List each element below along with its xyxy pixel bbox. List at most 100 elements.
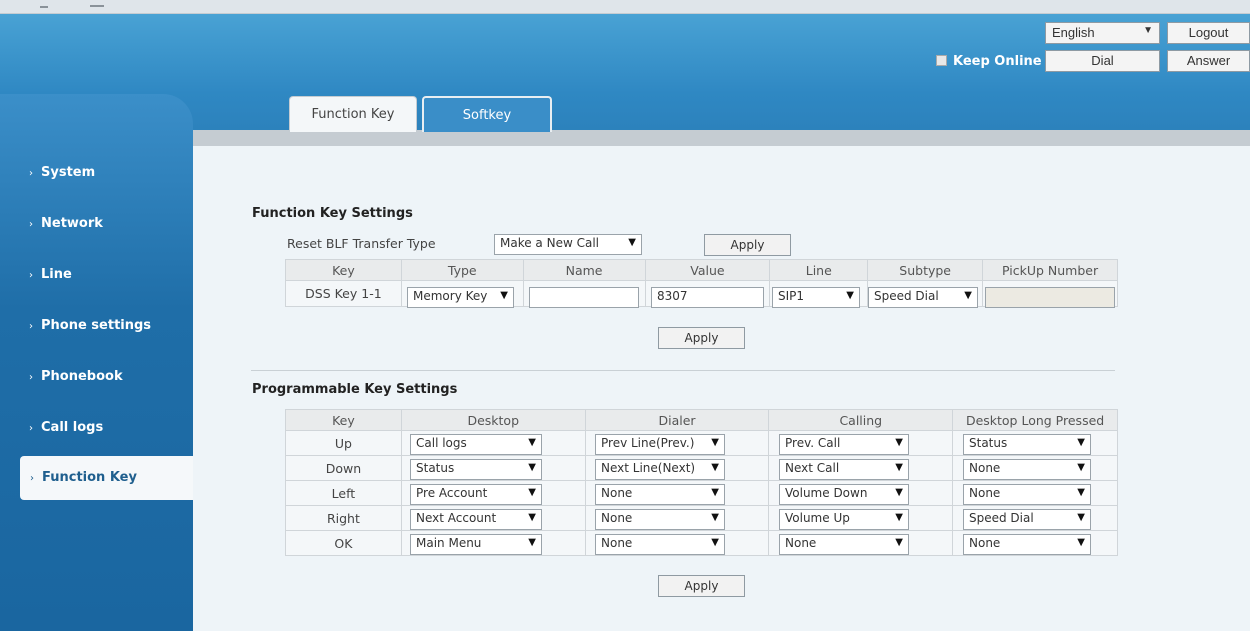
sidebar-item-label: Phonebook	[41, 369, 123, 384]
desktop-select[interactable]: Call logs ▼	[410, 434, 542, 455]
desktop-select[interactable]: Status ▼	[410, 459, 542, 480]
desktop-select[interactable]: Next Account ▼	[410, 509, 542, 530]
logout-button[interactable]: Logout	[1167, 22, 1250, 44]
dialer-select[interactable]: Next Line(Next) ▼	[595, 459, 725, 480]
column-header: Line	[769, 259, 869, 281]
reset-apply-button[interactable]: Apply	[704, 234, 791, 256]
dropdown-arrow-icon: ▼	[528, 512, 536, 523]
calling-select[interactable]: Next Call ▼	[779, 459, 909, 480]
column-header: Desktop	[400, 409, 586, 431]
key-cell: Up	[285, 430, 402, 456]
column-header: Type	[400, 259, 524, 281]
line-select[interactable]: SIP1 ▼	[772, 287, 860, 308]
window-control-icon	[40, 6, 48, 8]
select-value: None	[785, 536, 817, 550]
dropdown-arrow-icon: ▼	[628, 237, 636, 248]
dropdown-arrow-icon: ▼	[1077, 437, 1085, 448]
dial-button[interactable]: Dial	[1045, 50, 1160, 72]
long-pressed-select[interactable]: Status ▼	[963, 434, 1091, 455]
sidebar-item-network[interactable]: › Network	[0, 204, 193, 244]
sidebar-item-system[interactable]: › System	[0, 153, 193, 193]
pickup-number-input[interactable]	[985, 287, 1115, 308]
sidebar-item-function-key[interactable]: › Function Key	[20, 456, 193, 500]
calling-select[interactable]: Prev. Call ▼	[779, 434, 909, 455]
select-value: None	[601, 511, 633, 525]
long-pressed-select[interactable]: None ▼	[963, 534, 1091, 555]
chevron-right-icon: ›	[29, 219, 33, 230]
programmable-apply-button[interactable]: Apply	[658, 575, 745, 597]
dropdown-arrow-icon: ▼	[895, 462, 903, 473]
dropdown-arrow-icon: ▼	[528, 462, 536, 473]
chevron-right-icon: ›	[29, 423, 33, 434]
chevron-right-icon: ›	[29, 270, 33, 281]
sidebar-item-label: Line	[41, 267, 72, 282]
minimize-icon	[90, 5, 104, 7]
column-header: Name	[522, 259, 646, 281]
sidebar-item-line[interactable]: › Line	[0, 255, 193, 295]
select-value: Main Menu	[416, 536, 482, 550]
dialer-select[interactable]: None ▼	[595, 484, 725, 505]
chevron-right-icon: ›	[30, 473, 34, 484]
keep-online-checkbox[interactable]	[936, 55, 947, 66]
line-value: SIP1	[778, 289, 805, 303]
answer-button[interactable]: Answer	[1167, 50, 1250, 72]
dialer-select[interactable]: None ▼	[595, 509, 725, 530]
tab-function-key[interactable]: Function Key	[289, 96, 417, 132]
dialer-select[interactable]: Prev Line(Prev.) ▼	[595, 434, 725, 455]
dropdown-arrow-icon: ▼	[528, 537, 536, 548]
dropdown-arrow-icon: ▼	[528, 487, 536, 498]
select-value: Next Account	[416, 511, 497, 525]
tab-softkey[interactable]: Softkey	[422, 96, 552, 132]
long-pressed-select[interactable]: Speed Dial ▼	[963, 509, 1091, 530]
dropdown-arrow-icon: ▼	[711, 437, 719, 448]
table-header-row: Key Desktop Dialer Calling Desktop Long …	[285, 409, 1118, 431]
long-pressed-select[interactable]: None ▼	[963, 484, 1091, 505]
column-header: Desktop Long Pressed	[952, 409, 1118, 431]
column-header: Subtype	[867, 259, 984, 281]
sidebar-item-label: Call logs	[41, 420, 104, 435]
select-value: None	[969, 536, 1001, 550]
dropdown-arrow-icon: ▼	[711, 537, 719, 548]
desktop-select[interactable]: Main Menu ▼	[410, 534, 542, 555]
dropdown-arrow-icon: ▼	[1077, 462, 1085, 473]
dropdown-arrow-icon: ▼	[1077, 537, 1085, 548]
calling-select[interactable]: None ▼	[779, 534, 909, 555]
column-header: Value	[644, 259, 771, 281]
dropdown-arrow-icon: ▼	[846, 290, 854, 301]
reset-blf-select[interactable]: Make a New Call ▼	[494, 234, 642, 255]
select-value: Pre Account	[416, 486, 488, 500]
programmable-key-settings-title: Programmable Key Settings	[252, 382, 458, 397]
sidebar-item-label: System	[41, 165, 96, 180]
language-select[interactable]: English ▼	[1045, 22, 1160, 44]
dialer-select[interactable]: None ▼	[595, 534, 725, 555]
keep-online-toggle[interactable]: Keep Online	[936, 54, 1042, 69]
key-cell: Left	[285, 480, 402, 506]
dropdown-arrow-icon: ▼	[500, 290, 508, 301]
calling-select[interactable]: Volume Up ▼	[779, 509, 909, 530]
select-value: Speed Dial	[969, 511, 1034, 525]
key-cell: OK	[285, 530, 402, 556]
sidebar-item-phone-settings[interactable]: › Phone settings	[0, 306, 193, 346]
select-value: None	[969, 461, 1001, 475]
calling-select[interactable]: Volume Down ▼	[779, 484, 909, 505]
sidebar-item-phonebook[interactable]: › Phonebook	[0, 357, 193, 397]
chevron-right-icon: ›	[29, 321, 33, 332]
function-key-settings-title: Function Key Settings	[252, 206, 413, 221]
column-header: Calling	[768, 409, 954, 431]
dropdown-arrow-icon: ▼	[1077, 512, 1085, 523]
sidebar-item-call-logs[interactable]: › Call logs	[0, 408, 193, 448]
reset-blf-value: Make a New Call	[500, 236, 599, 250]
column-header: Key	[285, 409, 402, 431]
dropdown-arrow-icon: ▼	[528, 437, 536, 448]
long-pressed-select[interactable]: None ▼	[963, 459, 1091, 480]
name-input[interactable]	[529, 287, 639, 308]
select-value: None	[969, 486, 1001, 500]
value-input[interactable]: 8307	[651, 287, 764, 308]
dropdown-arrow-icon: ▼	[895, 537, 903, 548]
function-key-apply-button[interactable]: Apply	[658, 327, 745, 349]
type-select[interactable]: Memory Key ▼	[407, 287, 514, 308]
select-value: None	[601, 536, 633, 550]
desktop-select[interactable]: Pre Account ▼	[410, 484, 542, 505]
sidebar-item-label: Function Key	[42, 470, 137, 485]
subtype-select[interactable]: Speed Dial ▼	[868, 287, 978, 308]
